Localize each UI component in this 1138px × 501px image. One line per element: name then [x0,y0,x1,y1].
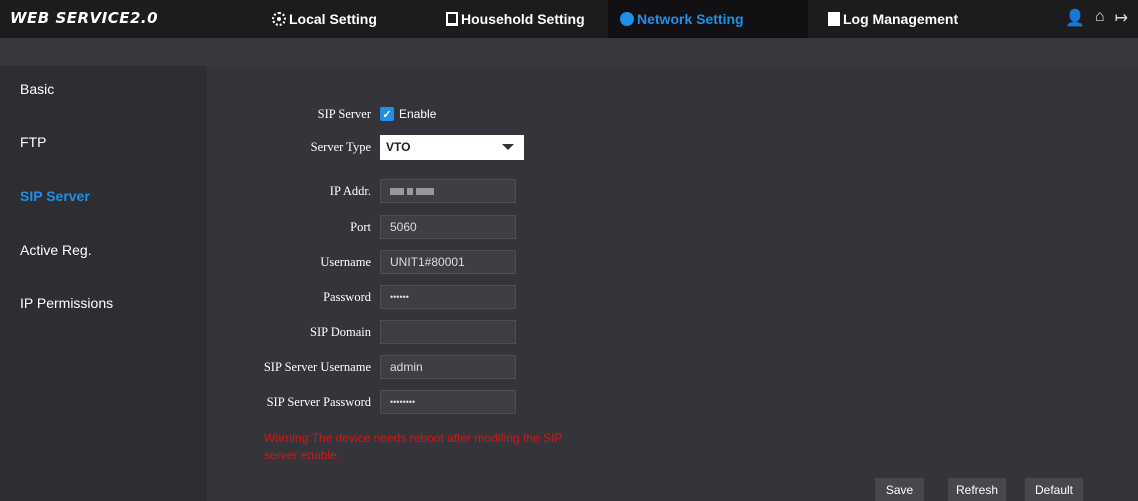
sidebar-item-active-reg[interactable]: Active Reg. [20,242,92,258]
nav-household-setting[interactable]: Household Setting [440,0,591,38]
sub-bar [0,38,1138,66]
reboot-warning: Warning:The device needs reboot after mo… [264,431,563,462]
sip-domain-label: SIP Domain [310,324,371,339]
nav-local-label: Local Setting [289,11,377,27]
masked-ip [416,187,434,195]
sip-server-username-label: SIP Server Username [263,359,371,374]
port-row: Port 5060 [207,214,516,240]
password-label: Password [323,289,371,304]
nav-log-management[interactable]: Log Management [822,0,964,38]
username-label: Username [320,254,371,269]
user-icon[interactable]: 👤 [1065,8,1085,28]
masked-ip [390,187,404,195]
app-logo: WEB SERVICE2.0 [10,9,159,27]
port-input[interactable]: 5060 [380,215,516,239]
sidebar-item-ftp[interactable]: FTP [20,134,46,150]
sip-server-username-row: SIP Server Username admin [207,354,516,380]
content-panel: SIP Server ✓ Enable Server Type VTO IP A… [207,66,1138,501]
sip-domain-input[interactable] [380,320,516,344]
server-type-label: Server Type [310,139,371,154]
username-row: Username UNIT1#80001 [207,249,516,275]
nav-local-setting[interactable]: Local Setting [266,0,383,38]
ip-addr-input[interactable] [380,179,516,203]
server-type-value: VTO [386,140,411,154]
sidebar-item-ip-permissions[interactable]: IP Permissions [20,295,113,311]
nav-household-label: Household Setting [461,11,585,27]
chevron-down-icon [502,144,514,150]
home-icon[interactable]: ⌂ [1095,8,1105,28]
sidebar-item-basic[interactable]: Basic [20,81,54,97]
nav-network-setting[interactable]: Network Setting [608,0,808,38]
sidebar: Basic FTP SIP Server Active Reg. IP Perm… [0,66,207,501]
building-icon [446,12,458,26]
ip-addr-label: IP Addr. [329,183,371,198]
masked-ip [407,187,413,195]
sip-server-username-input[interactable]: admin [380,355,516,379]
server-type-row: Server Type VTO [207,134,524,160]
refresh-button[interactable]: Refresh [948,478,1006,501]
sidebar-item-sip-server[interactable]: SIP Server [20,188,90,204]
sip-server-label: SIP Server [317,106,371,121]
nav-log-label: Log Management [843,11,959,27]
sip-server-password-label: SIP Server Password [266,394,371,409]
sip-server-password-input[interactable]: •••••••• [380,390,516,414]
globe-icon [620,12,634,26]
enable-label: Enable [399,107,437,121]
username-input[interactable]: UNIT1#80001 [380,250,516,274]
port-label: Port [350,219,371,234]
gear-icon [272,12,286,26]
sip-server-row: SIP Server ✓ Enable [207,101,436,127]
ip-addr-row: IP Addr. [207,178,516,204]
server-type-select[interactable]: VTO [380,134,524,160]
logout-icon[interactable]: ↦ [1115,8,1128,28]
sip-server-password-row: SIP Server Password •••••••• [207,389,516,415]
sip-domain-row: SIP Domain [207,319,516,345]
default-button[interactable]: Default [1025,478,1083,501]
password-row: Password •••••• [207,284,516,310]
sip-server-enable-checkbox[interactable]: ✓ [380,107,394,121]
top-bar: WEB SERVICE2.0 Local Setting Household S… [0,0,1138,38]
nav-network-label: Network Setting [637,11,744,27]
password-input[interactable]: •••••• [380,285,516,309]
top-right-icons: 👤 ⌂ ↦ [1065,8,1128,28]
log-icon [828,12,840,26]
save-button[interactable]: Save [875,478,924,501]
